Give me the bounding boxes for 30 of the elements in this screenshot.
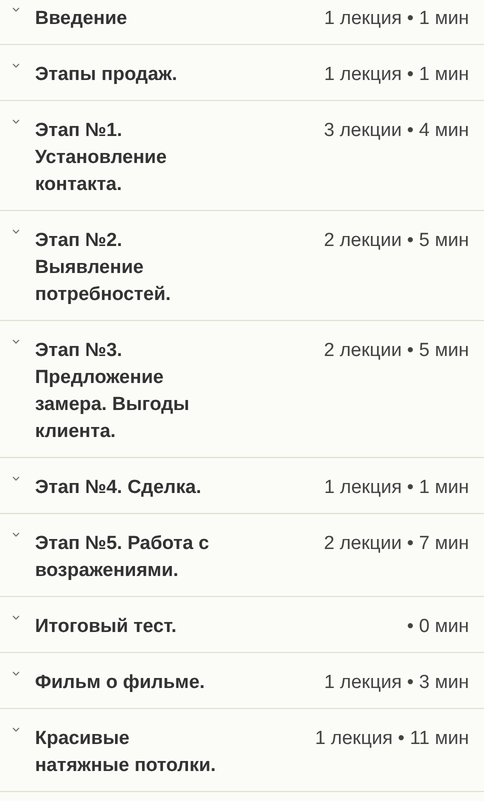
section-title: Введение [35,7,128,31]
section-meta: 1 лекция • 1 мин [323,7,469,31]
section-title: Этап №2. Выявление потребностей. [35,229,172,307]
section-title: Этап №1. Установление контакта. [35,119,168,197]
section-row[interactable]: Итоговый тест. • 0 мин [0,597,484,653]
section-title: Этап №5. Работа с возражениями. [35,532,210,583]
section-row[interactable]: Этап №3. Предложение замера. Выгоды клиента. 2 лекции • 5 мин [0,321,484,458]
section-meta: 1 лекция • 1 мин [323,63,469,87]
section-title: Фильм о фильме. [35,671,206,695]
section-title: Этап №4. Сделка. [35,476,202,500]
section-meta: • 0 мин [406,615,469,639]
section-meta: 2 лекции • 5 мин [322,339,469,363]
section-row[interactable]: Этап №2. Выявление потребностей. 2 лекции • 5 мин [0,211,484,321]
section-row[interactable]: Красивые натяжные потолки. 1 лекция • 11 мин [0,709,484,792]
section-row[interactable]: Этап №1. Установление контакта. 3 лекции • 4 мин [0,101,484,211]
section-title: Этапы продаж. [35,63,178,87]
section-row[interactable]: Этап №5. Работа с возражениями. 2 лекции • 7 мин [0,514,484,597]
section-row[interactable]: Фильм о фильме. 1 лекция • 3 мин [0,653,484,709]
section-row[interactable]: Введение 1 лекция • 1 мин [0,0,484,45]
section-row[interactable]: Этап №4. Сделка. 1 лекция • 1 мин [0,458,484,514]
section-meta: 1 лекция • 11 мин [314,727,469,751]
section-meta: 1 лекция • 3 мин [323,671,469,695]
section-meta: 2 лекции • 7 мин [322,532,469,556]
section-title: Итоговый тест. [35,615,178,639]
section-meta: 3 лекции • 4 мин [322,119,469,143]
section-meta: 1 лекция • 1 мин [323,476,469,500]
section-row[interactable]: Этапы продаж. 1 лекция • 1 мин [0,45,484,101]
section-title: Этап №3. Предложение замера. Выгоды клиента. [35,339,190,444]
section-meta: 2 лекции • 5 мин [322,229,469,253]
section-title: Красивые натяжные потолки. [35,727,217,778]
